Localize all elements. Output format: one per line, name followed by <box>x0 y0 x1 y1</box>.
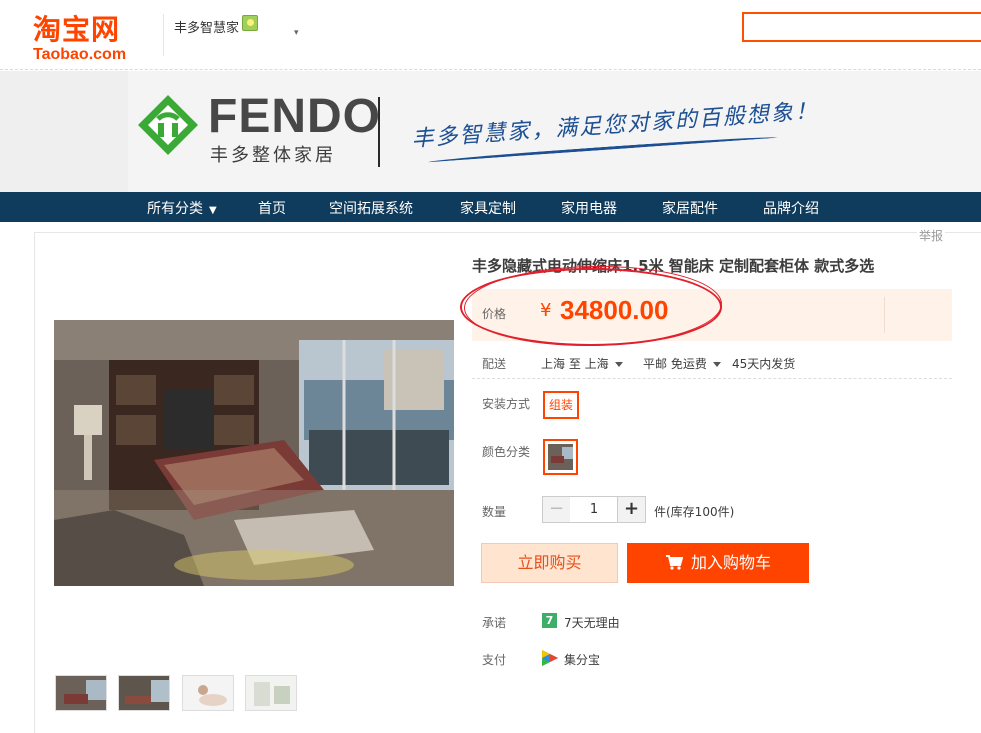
nav-item-custom-furniture[interactable]: 家具定制 <box>460 198 516 218</box>
shipping-method: 平邮 免运费 <box>643 357 707 371</box>
caret-down-icon <box>614 362 623 367</box>
color-option[interactable] <box>543 439 578 475</box>
header-divider <box>163 14 164 56</box>
price-divider <box>884 297 885 333</box>
quantity-label: 数量 <box>482 505 507 519</box>
seven-day-icon: 7 <box>542 613 557 628</box>
shipping-select[interactable]: 平邮 免运费 <box>643 355 721 372</box>
top-bar: 淘宝网 Taobao.com 丰多智慧家 ▾ <box>0 0 981 70</box>
cart-icon <box>665 555 684 570</box>
buy-now-button[interactable]: 立即购买 <box>481 543 618 583</box>
promise-text[interactable]: 7天无理由 <box>564 614 620 631</box>
thumbnail-2[interactable] <box>118 675 170 711</box>
nav-item-appliances[interactable]: 家用电器 <box>561 198 617 218</box>
install-option-assembly[interactable]: 组装 <box>543 391 579 419</box>
shop-nav: 所有分类 ▼ 首页 空间拓展系统 家具定制 家用电器 家居配件 品牌介绍 <box>0 192 981 222</box>
delivery-label: 配送 <box>482 357 507 371</box>
quantity-decrease-button[interactable]: − <box>542 496 571 523</box>
bedroom-photo <box>54 320 454 586</box>
thumbnail-4[interactable] <box>245 675 297 711</box>
banner-inner: FENDO 丰多整体家居 丰多智慧家，满足您对家的百般想象！ <box>128 71 981 192</box>
thumbnail-3[interactable] <box>182 675 234 711</box>
nav-item-home[interactable]: 首页 <box>258 198 286 218</box>
nav-item-accessories[interactable]: 家居配件 <box>662 198 718 218</box>
quantity-increase-button[interactable]: + <box>617 496 646 523</box>
payment-text[interactable]: 集分宝 <box>564 651 600 668</box>
delivery-route-select[interactable]: 上海 至 上海 <box>541 355 623 372</box>
caret-down-icon <box>712 362 721 367</box>
delivery-time: 45天内发货 <box>732 357 796 371</box>
logo-en: Taobao.com <box>33 46 127 63</box>
shop-name[interactable]: 丰多智慧家 <box>174 17 239 36</box>
brand-name: FENDO <box>208 90 381 143</box>
thumbnail-1[interactable] <box>55 675 107 711</box>
shop-badge-icon <box>242 15 258 31</box>
thumbnail-image <box>183 676 233 710</box>
info-divider <box>472 378 952 379</box>
main-product-image[interactable] <box>54 320 454 586</box>
thumbnail-image <box>56 676 106 710</box>
shop-banner: FENDO 丰多整体家居 丰多智慧家，满足您对家的百般想象！ <box>0 71 981 192</box>
thumbnail-image <box>246 676 296 710</box>
taobao-logo[interactable]: 淘宝网 Taobao.com <box>33 8 143 64</box>
nav-item-space-system[interactable]: 空间拓展系统 <box>329 198 413 218</box>
color-label: 颜色分类 <box>482 445 531 459</box>
color-swatch-image <box>548 444 573 470</box>
banner-divider <box>378 97 380 167</box>
nav-item-brand-intro[interactable]: 品牌介绍 <box>763 198 819 218</box>
stock-info: 件(库存100件) <box>654 505 735 519</box>
search-input[interactable] <box>742 12 981 42</box>
add-to-cart-button[interactable]: 加入购物车 <box>627 543 809 583</box>
nav-item-all-categories[interactable]: 所有分类 ▼ <box>147 198 217 218</box>
promise-label: 承诺 <box>482 616 507 630</box>
banner-slogan: 丰多智慧家，满足您对家的百般想象！ <box>410 98 820 153</box>
jifenbao-icon <box>542 650 558 666</box>
shop-dropdown-icon[interactable]: ▾ <box>294 28 299 38</box>
install-label: 安装方式 <box>482 397 531 411</box>
caret-down-icon: ▼ <box>209 205 217 216</box>
nav-label: 所有分类 <box>147 201 203 217</box>
fendo-logo-icon <box>138 95 198 155</box>
quantity-input[interactable]: 1 <box>570 496 618 523</box>
thumbnail-image <box>119 676 169 710</box>
brand-subtitle: 丰多整体家居 <box>210 145 336 166</box>
logo-cn: 淘宝网 <box>33 13 121 46</box>
add-to-cart-label: 加入购物车 <box>690 553 771 572</box>
delivery-route: 上海 至 上海 <box>541 357 609 371</box>
payment-label: 支付 <box>482 653 507 667</box>
report-link[interactable]: 举报 <box>917 227 946 244</box>
